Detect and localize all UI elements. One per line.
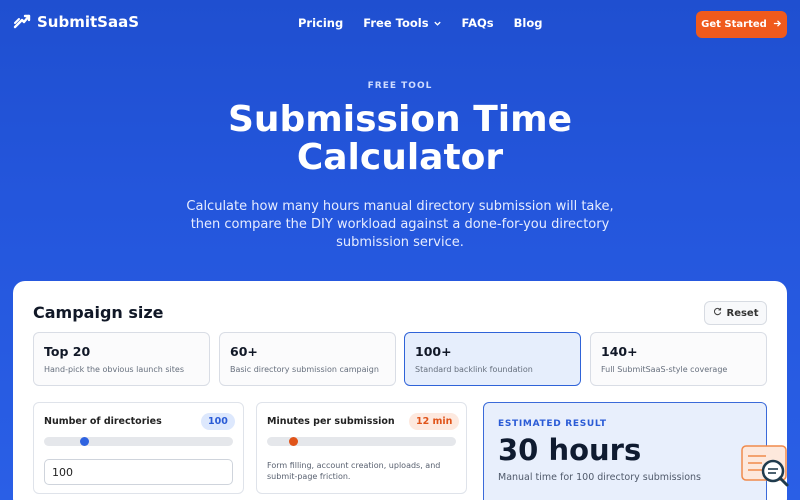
result-subtext: Manual time for 100 directory submission… [498,472,701,483]
campaign-size-heading: Campaign size [33,303,164,322]
reset-label: Reset [726,307,759,319]
result-value: 30 hours [498,433,642,467]
page-title-line-2: Calculator [296,137,504,178]
nav-menu: Pricing Free Tools FAQs Blog [298,16,542,30]
preset-title: 60+ [230,344,258,359]
estimated-result-panel: ESTIMATED RESULT 30 hours Manual time fo… [483,402,767,500]
preset-100[interactable]: 100+ Standard backlink foundation [404,332,581,386]
preset-desc: Basic directory submission campaign [230,365,379,374]
refresh-icon [713,307,722,319]
directories-badge: 100 [201,413,235,430]
s-arrow-logo-icon [13,14,31,29]
get-started-label: Get Started [701,19,767,30]
nav-link-blog[interactable]: Blog [514,16,543,30]
preset-title: 140+ [601,344,638,359]
preset-140[interactable]: 140+ Full SubmitSaaS-style coverage [590,332,767,386]
minutes-label: Minutes per submission [267,416,395,427]
minutes-badge: 12 min [409,413,460,430]
brand-name: SubmitSaaS [37,13,140,31]
calculator-card: Campaign size Reset Top 20 Hand-pick the… [13,281,787,500]
nav-link-faqs[interactable]: FAQs [462,16,494,30]
page-title: Submission Time Calculator [0,101,800,177]
nav-link-pricing[interactable]: Pricing [298,16,343,30]
directories-slider-knob[interactable] [80,437,89,446]
result-label: ESTIMATED RESULT [498,419,607,429]
directories-label: Number of directories [44,416,162,427]
directories-input[interactable]: 100 [44,459,233,485]
minutes-field: Minutes per submission 12 min Form filli… [256,402,467,494]
preset-desc: Standard backlink foundation [415,365,533,374]
hero-subtitle: Calculate how many hours manual director… [186,199,614,250]
minutes-slider[interactable] [267,437,456,446]
preset-desc: Full SubmitSaaS-style coverage [601,365,728,374]
directories-field: Number of directories 100 100 [33,402,244,494]
nav-link-free-tools[interactable]: Free Tools [363,16,441,30]
arrow-right-icon [773,19,782,31]
preset-top-20[interactable]: Top 20 Hand-pick the obvious launch site… [33,332,210,386]
brand-logo[interactable]: SubmitSaaS [12,12,139,32]
page-title-line-1: Submission Time [227,99,573,140]
get-started-button[interactable]: Get Started [696,11,787,38]
minutes-slider-knob[interactable] [288,437,298,446]
top-nav: SubmitSaaS Pricing Free Tools FAQs Blog … [0,0,800,48]
chevron-down-icon [433,19,442,28]
preset-title: 100+ [415,344,452,359]
minutes-hint: Form filling, account creation, uploads,… [267,461,441,481]
preset-desc: Hand-pick the obvious launch sites [44,365,184,374]
nav-link-free-tools-label: Free Tools [363,16,429,30]
hero-eyebrow: FREE TOOL [367,81,433,91]
preset-60[interactable]: 60+ Basic directory submission campaign [219,332,396,386]
chat-widget-icon[interactable] [740,444,790,488]
directories-slider[interactable] [44,437,233,446]
reset-button[interactable]: Reset [704,301,767,325]
preset-title: Top 20 [44,344,91,359]
